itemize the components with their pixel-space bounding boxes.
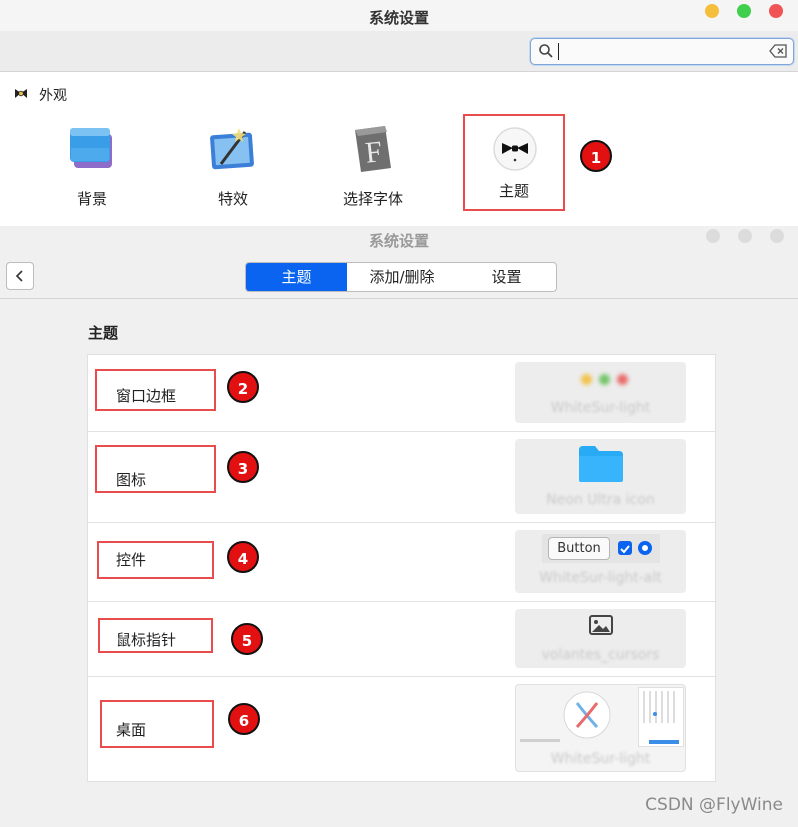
tab-add-remove[interactable]: 添加/删除 xyxy=(347,263,457,291)
folder-icon xyxy=(579,446,623,482)
effects-icon xyxy=(210,128,254,170)
annotation-badge-2: 2 xyxy=(227,371,259,403)
controls-label: 控件 xyxy=(116,551,147,569)
toolbar: 主题 添加/删除 设置 xyxy=(0,254,798,299)
desktop-label: 桌面 xyxy=(116,721,147,739)
background-label: 背景 xyxy=(76,190,107,208)
tab-group: 主题 添加/删除 设置 xyxy=(245,262,557,292)
preview-name: volantes_cursors xyxy=(541,647,660,663)
close-button[interactable] xyxy=(769,4,783,18)
cursor-row[interactable]: 鼠标指针 5 volantes_cursors xyxy=(88,601,715,677)
preview-dot-icon xyxy=(581,374,592,385)
search-icon xyxy=(539,44,553,58)
appearance-window: 系统设置 外观 背景 特效 F 选择字体 主题 1 xyxy=(0,0,798,226)
calendar-widget xyxy=(638,687,684,747)
effects-item[interactable]: 特效 xyxy=(185,120,281,210)
theme-bowtie-icon xyxy=(493,127,537,171)
search-toolbar xyxy=(0,31,798,72)
annotation-badge-1: 1 xyxy=(580,140,612,172)
effects-label: 特效 xyxy=(217,190,248,208)
radio-icon xyxy=(638,541,652,555)
search-input[interactable] xyxy=(530,38,794,65)
icons-label: 图标 xyxy=(116,471,147,489)
font-icon: F xyxy=(355,126,391,172)
preview-dot-icon xyxy=(617,374,628,385)
close-button[interactable] xyxy=(770,229,784,243)
clear-search-icon[interactable] xyxy=(769,44,788,58)
cursor-label: 鼠标指针 xyxy=(116,631,177,649)
controls-row[interactable]: 控件 4 Button WhiteSur-light-alt xyxy=(88,522,715,602)
maximize-button[interactable] xyxy=(737,4,751,18)
annotation-badge-3: 3 xyxy=(227,451,259,483)
window-border-row[interactable]: 窗口边框 2 WhiteSur-light xyxy=(88,355,715,432)
annotation-box-3 xyxy=(95,445,216,493)
annotation-badge-4: 4 xyxy=(227,541,259,573)
section-label: 外观 xyxy=(39,88,67,104)
text-caret xyxy=(558,43,559,60)
appearance-icon xyxy=(15,89,27,98)
tab-settings[interactable]: 设置 xyxy=(457,263,556,291)
preview-name: Neon Ultra icon xyxy=(546,492,655,508)
desktop-preview[interactable]: WhiteSur-light xyxy=(515,684,686,772)
sample-button: Button xyxy=(548,537,610,560)
window-title: 系统设置 xyxy=(368,232,429,250)
background-item[interactable]: 背景 xyxy=(44,120,140,210)
theme-item[interactable]: 主题 xyxy=(463,114,565,211)
controls-preview[interactable]: Button WhiteSur-light-alt xyxy=(515,530,686,593)
background-icon xyxy=(70,128,112,168)
cursor-preview[interactable]: volantes_cursors xyxy=(515,609,686,668)
minimize-button[interactable] xyxy=(706,229,720,243)
window-border-preview[interactable]: WhiteSur-light xyxy=(515,362,686,423)
title-bar: 系统设置 xyxy=(0,0,798,31)
preview-name: WhiteSur-light xyxy=(550,751,651,767)
annotation-badge-5: 5 xyxy=(231,623,263,655)
chevron-left-icon xyxy=(15,270,23,282)
icon-theme-preview[interactable]: Neon Ultra icon xyxy=(515,439,686,514)
desktop-row[interactable]: 桌面 6 WhiteSur-light xyxy=(88,676,715,780)
checkbox-icon xyxy=(618,541,632,555)
page-heading: 主题 xyxy=(88,324,119,342)
preview-name: WhiteSur-light xyxy=(550,400,651,416)
title-bar: 系统设置 xyxy=(0,226,798,254)
taskbar-sample xyxy=(520,739,560,742)
maximize-button[interactable] xyxy=(738,229,752,243)
preview-dot-icon xyxy=(599,374,610,385)
theme-window: 系统设置 主题 添加/删除 设置 主题 窗口边框 2 WhiteSur-ligh… xyxy=(0,226,798,827)
watermark: CSDN @FlyWine xyxy=(645,795,783,815)
theme-label: 主题 xyxy=(498,182,529,200)
image-placeholder-icon xyxy=(589,615,613,635)
preview-name: WhiteSur-light-alt xyxy=(539,570,662,586)
desktop-logo-icon xyxy=(563,691,611,739)
back-button[interactable] xyxy=(6,262,34,290)
annotation-badge-6: 6 xyxy=(228,703,260,735)
theme-list: 窗口边框 2 WhiteSur-light 图标 3 Neon Ultra ic… xyxy=(87,354,716,782)
tab-themes[interactable]: 主题 xyxy=(246,263,347,291)
svg-text:F: F xyxy=(364,135,384,170)
font-label: 选择字体 xyxy=(342,190,403,208)
window-border-label: 窗口边框 xyxy=(116,387,177,405)
annotation-box-4 xyxy=(97,541,214,579)
icons-row[interactable]: 图标 3 Neon Ultra icon xyxy=(88,431,715,523)
font-item[interactable]: F 选择字体 xyxy=(325,120,421,210)
window-title: 系统设置 xyxy=(368,9,429,27)
minimize-button[interactable] xyxy=(705,4,719,18)
